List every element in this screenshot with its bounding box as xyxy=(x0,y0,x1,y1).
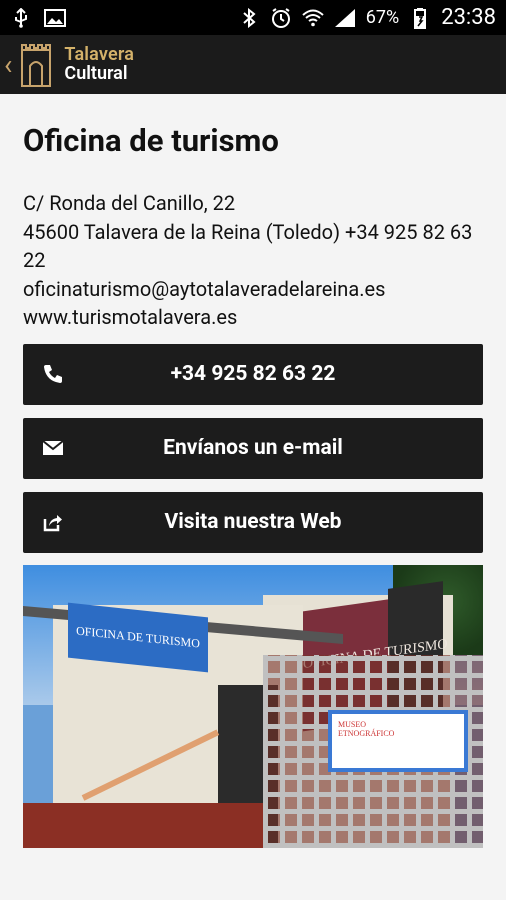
brand-name: Talavera Cultural xyxy=(64,43,135,84)
email-button[interactable]: Envíanos un e-mail xyxy=(23,417,483,479)
app-bar[interactable]: ‹ Talavera Cultural xyxy=(0,35,506,94)
wifi-icon xyxy=(302,7,324,29)
page-title: Oficina de turismo xyxy=(23,122,279,159)
address-line2: 45600 Talavera de la Reina (Toledo) +34 … xyxy=(23,219,473,273)
placard-text: MUSEO ETNOGRÁFICO xyxy=(338,719,395,738)
address-line1: C/ Ronda del Canillo, 22 xyxy=(23,191,236,215)
contact-info: C/ Ronda del Canillo, 22 45600 Talavera … xyxy=(23,189,483,332)
brand-line1: Talavera xyxy=(64,43,135,65)
action-buttons: +34 925 82 63 22 Envíanos un e-mail Visi… xyxy=(23,343,483,553)
alarm-icon xyxy=(270,7,292,29)
call-button-label: +34 925 82 63 22 xyxy=(170,362,336,386)
web-text: www.turismotalavera.es xyxy=(23,305,238,329)
brand-line2: Cultural xyxy=(64,62,128,84)
image-icon xyxy=(44,7,66,29)
share-external-icon xyxy=(39,508,67,536)
usb-icon xyxy=(10,7,32,29)
web-button[interactable]: Visita nuestra Web xyxy=(23,491,483,553)
battery-percent: 67% xyxy=(365,7,400,28)
photo-placard: MUSEO ETNOGRÁFICO xyxy=(328,709,468,772)
main-content: Oficina de turismo C/ Ronda del Canillo,… xyxy=(0,94,506,848)
web-button-label: Visita nuestra Web xyxy=(164,510,342,534)
office-photo: OFICINA DE TURISMO OFICINA DE TURISMO MU… xyxy=(23,564,483,848)
email-button-label: Envíanos un e-mail xyxy=(163,436,343,460)
clock: 23:38 xyxy=(441,5,496,30)
back-chevron-icon[interactable]: ‹ xyxy=(4,50,12,79)
mail-icon xyxy=(39,434,67,462)
battery-icon xyxy=(409,7,431,29)
call-button[interactable]: +34 925 82 63 22 xyxy=(23,343,483,405)
status-bar: 67% 23:38 xyxy=(0,0,506,35)
logo-icon[interactable] xyxy=(16,40,56,90)
phone-icon xyxy=(39,360,67,388)
signal-icon xyxy=(334,7,356,29)
bluetooth-icon xyxy=(238,7,260,29)
email-text: oficinaturismo@aytotalaveradelareina.es xyxy=(23,276,386,301)
